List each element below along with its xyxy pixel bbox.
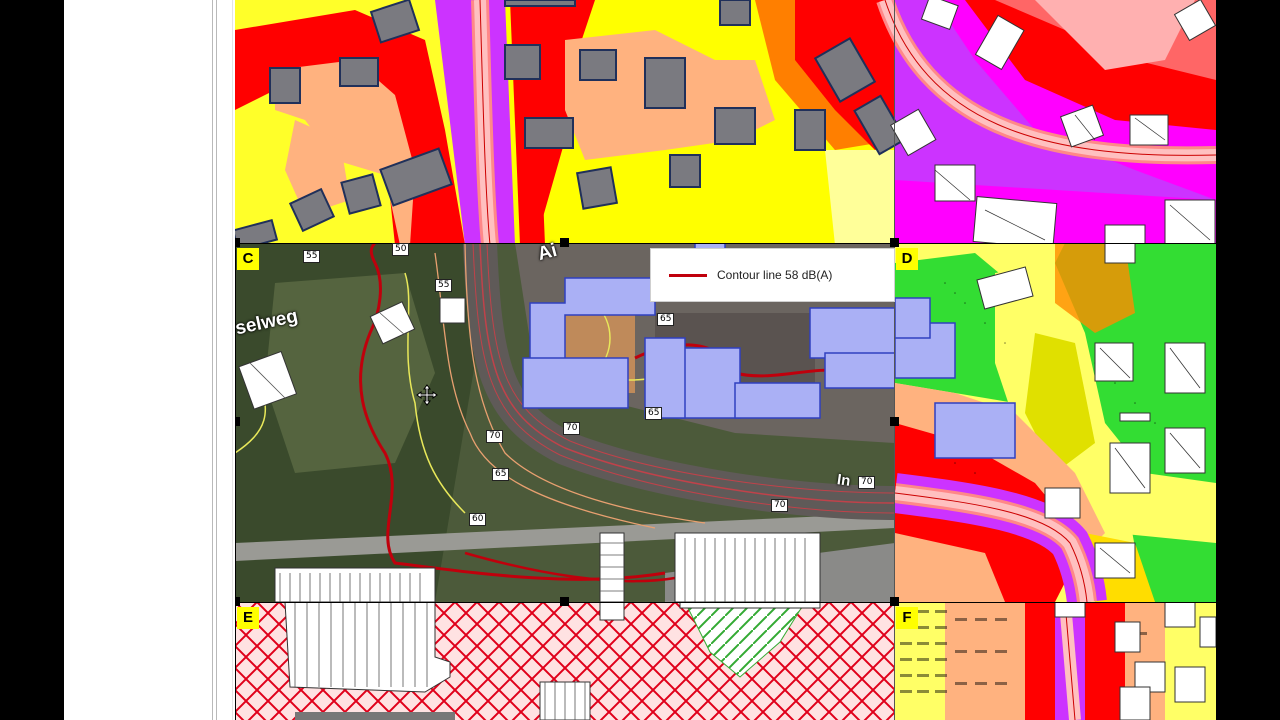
resize-handle-icon[interactable] — [890, 417, 899, 426]
grid-line-h1 — [235, 243, 1216, 244]
resize-handle-icon[interactable] — [235, 417, 240, 426]
panel-letter-d: D — [896, 248, 918, 270]
contour-label: 50 — [392, 243, 410, 256]
resize-handle-icon[interactable] — [890, 597, 899, 606]
contour-label: 70 — [771, 499, 789, 512]
left-pillarbox — [0, 0, 64, 720]
resize-handle-icon[interactable] — [235, 597, 240, 606]
contour-label: 65 — [645, 407, 663, 420]
map-legend[interactable]: Contour line 58 dB(A) — [650, 248, 895, 302]
sidebar-divider — [232, 0, 233, 720]
left-divider — [212, 0, 213, 720]
contour-label: 70 — [858, 476, 876, 489]
contour-label: 65 — [492, 468, 510, 481]
panel-f-grid — [895, 602, 1216, 720]
panel-e-svg — [235, 602, 895, 720]
grid-line-left — [235, 243, 236, 720]
grid-line-v1 — [894, 0, 895, 720]
contour-label: 70 — [486, 430, 504, 443]
contour-label: 65 — [657, 313, 675, 326]
panel-letter-e: E — [237, 607, 259, 629]
contour-label: 60 — [469, 513, 487, 526]
panel-d-svg — [895, 243, 1216, 602]
panel-f-svg — [895, 602, 1216, 720]
panel-letter-c: C — [237, 248, 259, 270]
contour-label: 70 — [563, 422, 581, 435]
resize-handle-icon[interactable] — [890, 238, 899, 247]
map-canvas[interactable]: 50 55 55 65 70 65 70 70 70 65 60 selweg … — [235, 0, 1216, 720]
panel-e-zone — [235, 602, 895, 720]
street-label: In — [835, 471, 852, 490]
legend-label: Contour line 58 dB(A) — [717, 268, 833, 282]
noise-map-top-svg — [235, 0, 1216, 245]
panel-d-noise — [895, 243, 1216, 602]
contour-label: 55 — [435, 279, 453, 292]
contour-label: 55 — [303, 250, 321, 263]
resize-handle-icon[interactable] — [560, 597, 569, 606]
right-pillarbox — [1216, 0, 1280, 720]
noise-map-top — [235, 0, 1216, 245]
resize-handle-icon[interactable] — [235, 238, 240, 247]
left-divider-2 — [216, 0, 217, 720]
panel-letter-f: F — [896, 607, 918, 629]
resize-handle-icon[interactable] — [560, 238, 569, 247]
legend-swatch — [669, 274, 707, 277]
grid-line-h2 — [235, 602, 1216, 603]
move-cursor-icon — [416, 384, 438, 406]
